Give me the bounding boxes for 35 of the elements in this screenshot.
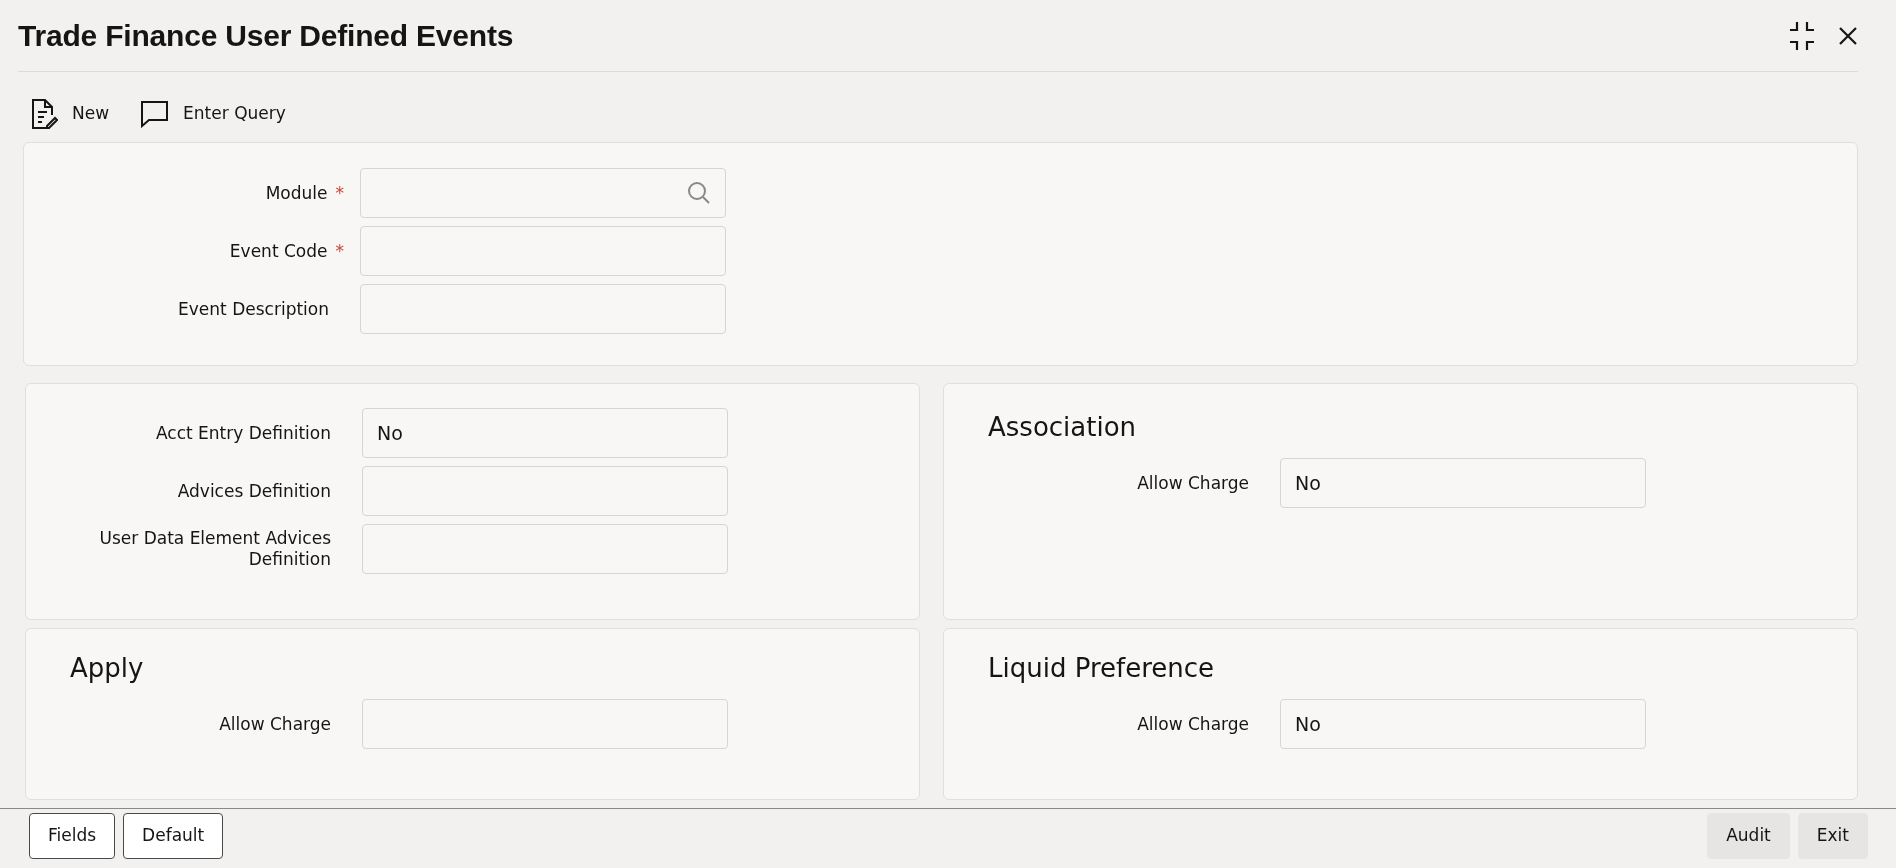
- toolbar-button[interactable]: Enter Query: [139, 100, 286, 128]
- field-label: Allow Charge: [219, 713, 331, 735]
- field-label: Module: [265, 182, 328, 204]
- field-label: Acct Entry Definition: [155, 422, 331, 444]
- input-field[interactable]: [362, 466, 728, 516]
- section-heading: Association: [988, 412, 1137, 442]
- close-icon[interactable]: [1838, 25, 1858, 46]
- input-field[interactable]: No: [1280, 458, 1646, 508]
- required-marker: *: [335, 182, 344, 204]
- footer-button[interactable]: Exit: [1797, 812, 1868, 859]
- input-field[interactable]: [362, 524, 728, 574]
- input-field[interactable]: No: [1280, 699, 1646, 749]
- section-heading: Liquid Preference: [988, 653, 1215, 683]
- field-label: Allow Charge: [1137, 713, 1249, 735]
- field-label: Event Code: [229, 240, 328, 262]
- footer-button[interactable]: Default: [123, 812, 224, 859]
- input-field[interactable]: [360, 226, 726, 276]
- search-icon[interactable]: [687, 181, 711, 205]
- field-label: Event Description: [178, 298, 329, 320]
- input-field[interactable]: [362, 699, 728, 749]
- collapse-icon[interactable]: [1788, 20, 1816, 51]
- section-heading: Apply: [70, 653, 144, 683]
- field-label: Advices Definition: [177, 480, 331, 502]
- required-marker: *: [335, 240, 344, 262]
- window-title: Trade Finance User Defined Events: [18, 18, 514, 54]
- toolbar-button[interactable]: New: [30, 98, 110, 130]
- footer-button[interactable]: Fields: [29, 812, 116, 859]
- speech-bubble-icon: [139, 100, 170, 128]
- field-label: User Data Element Advices Definition: [98, 528, 331, 570]
- document-edit-icon: [30, 98, 58, 130]
- input-field[interactable]: [360, 284, 726, 334]
- input-field[interactable]: No: [362, 408, 728, 458]
- lookup-field[interactable]: [360, 168, 726, 218]
- field-label: Allow Charge: [1137, 472, 1249, 494]
- footer-button[interactable]: Audit: [1707, 812, 1790, 859]
